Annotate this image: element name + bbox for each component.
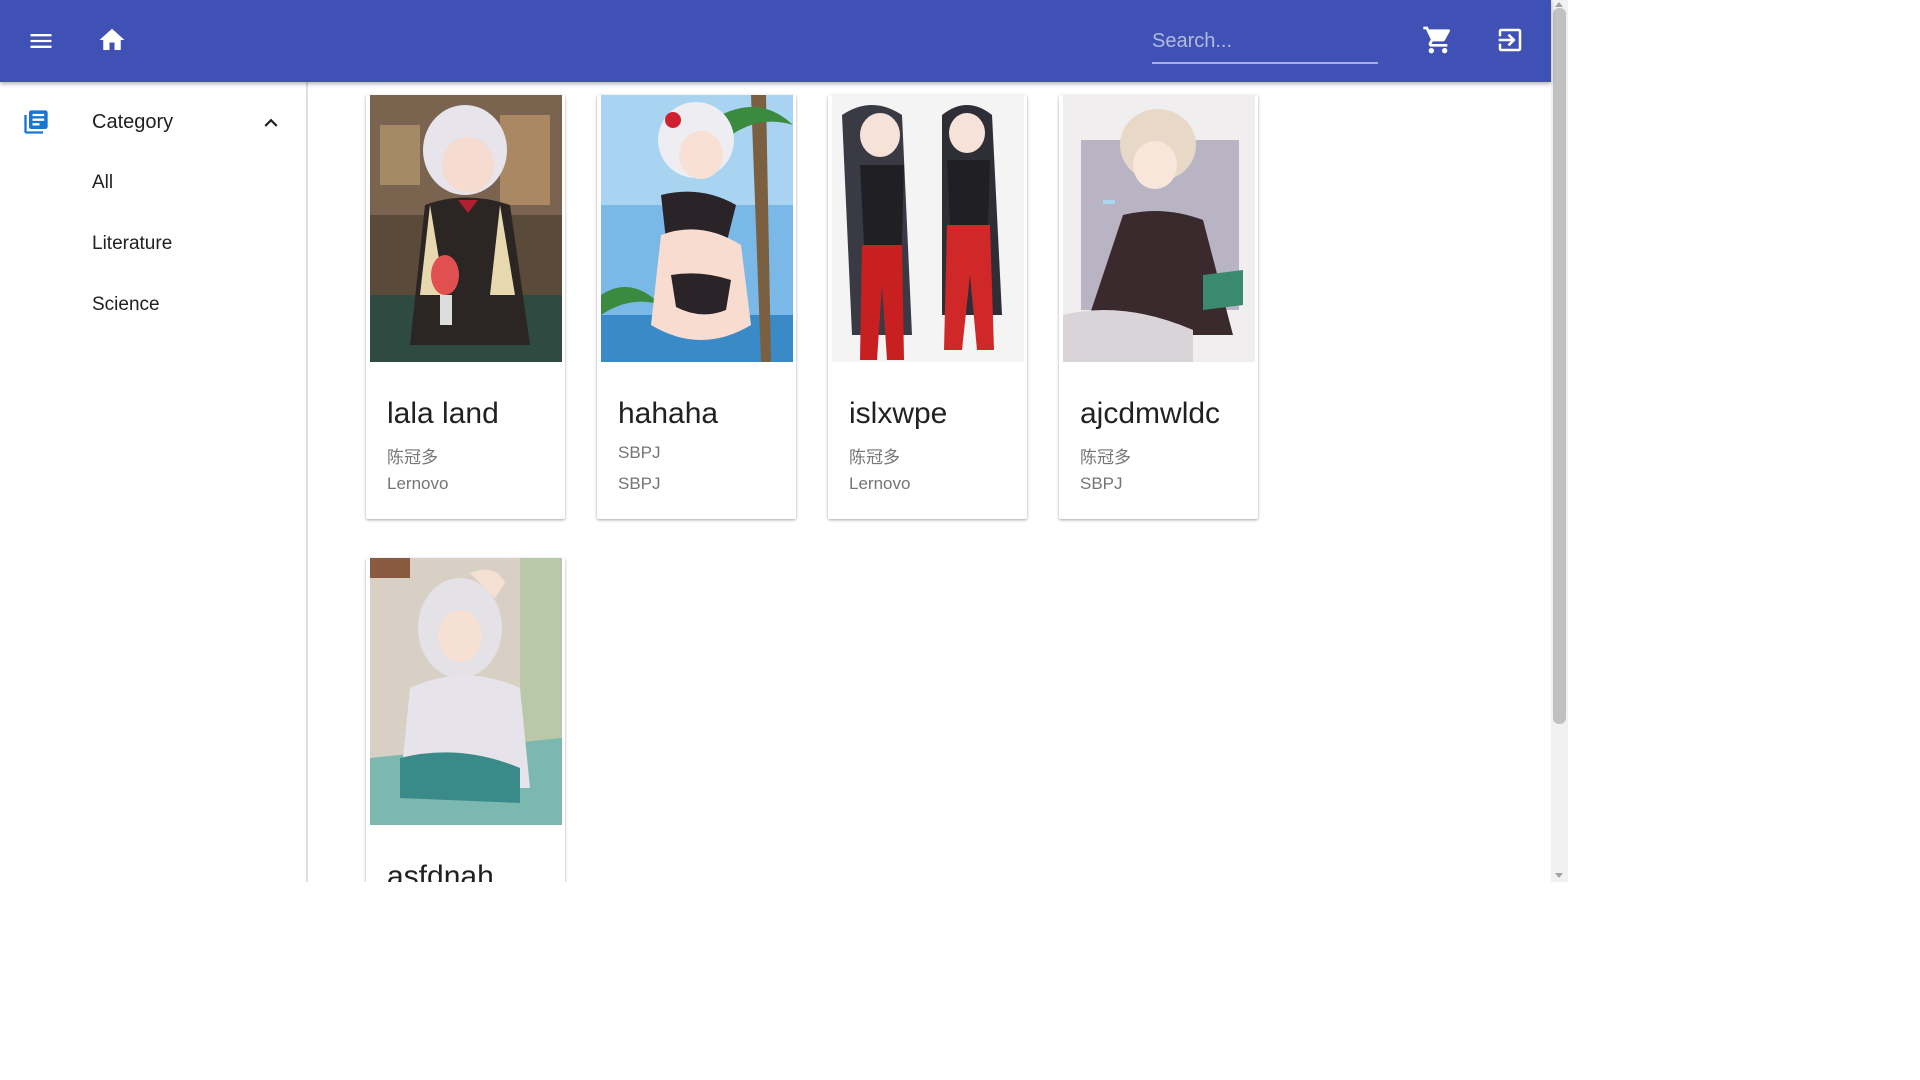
cart-button[interactable] xyxy=(1414,16,1462,64)
book-cover-image xyxy=(370,95,562,362)
category-item-literature[interactable]: Literature xyxy=(0,215,306,273)
book-publisher: Lernovo xyxy=(387,474,449,493)
book-author: 陈冠多 xyxy=(849,448,900,467)
book-publisher: SBPJ xyxy=(1080,474,1123,493)
category-label: Category xyxy=(92,111,174,133)
category-item-all[interactable]: All xyxy=(0,154,306,212)
book-publisher: Lernovo xyxy=(849,474,911,493)
book-card[interactable]: hahaha SBPJ SBPJ xyxy=(597,95,796,519)
cart-icon xyxy=(1423,26,1451,54)
scrollbar-thumb[interactable] xyxy=(1553,8,1566,724)
app-bar xyxy=(0,0,1551,82)
category-item-science[interactable]: Science xyxy=(0,276,306,334)
book-author: SBPJ xyxy=(618,443,661,462)
book-card[interactable]: islxwpe 陈冠多 Lernovo xyxy=(828,95,1027,519)
book-title: ajcdmwldc xyxy=(1080,397,1221,430)
search-input[interactable] xyxy=(1152,22,1378,60)
book-grid: lala land 陈冠多 Lernovo hahaha SBPJ SBPJ i… xyxy=(308,82,1551,882)
book-author: 陈冠多 xyxy=(387,448,438,467)
home-button[interactable] xyxy=(88,16,136,64)
scroll-down-icon[interactable] xyxy=(1555,873,1563,878)
sidebar: Category All Literature Science xyxy=(0,82,308,882)
search-field xyxy=(1152,22,1378,64)
category-item-label: All xyxy=(92,172,114,193)
category-item-label: Science xyxy=(92,294,160,315)
book-author: 陈冠多 xyxy=(1080,448,1131,467)
category-toggle[interactable]: Category xyxy=(0,92,306,154)
book-cover-image xyxy=(1063,95,1255,362)
menu-button[interactable] xyxy=(17,17,65,65)
book-cover-image xyxy=(370,558,562,825)
book-card[interactable]: ajcdmwldc 陈冠多 SBPJ xyxy=(1059,95,1258,519)
page-scrollbar[interactable] xyxy=(1551,0,1568,882)
book-card[interactable]: lala land 陈冠多 Lernovo xyxy=(366,95,565,519)
scroll-up-icon[interactable] xyxy=(1555,2,1563,7)
chevron-up-icon xyxy=(264,118,278,127)
book-title: asfdnah xyxy=(387,860,494,882)
book-title: hahaha xyxy=(618,397,719,430)
book-title: islxwpe xyxy=(849,397,948,430)
book-cover-image xyxy=(601,95,793,362)
category-item-label: Literature xyxy=(92,233,173,254)
book-title: lala land xyxy=(387,397,499,430)
logout-icon xyxy=(1498,28,1522,52)
library-books-icon xyxy=(24,110,48,134)
menu-icon xyxy=(30,34,52,48)
home-icon xyxy=(99,28,125,50)
book-publisher: SBPJ xyxy=(618,474,661,493)
book-cover-image xyxy=(832,95,1024,362)
logout-button[interactable] xyxy=(1486,16,1534,64)
book-card[interactable]: asfdnah xyxy=(366,558,565,882)
